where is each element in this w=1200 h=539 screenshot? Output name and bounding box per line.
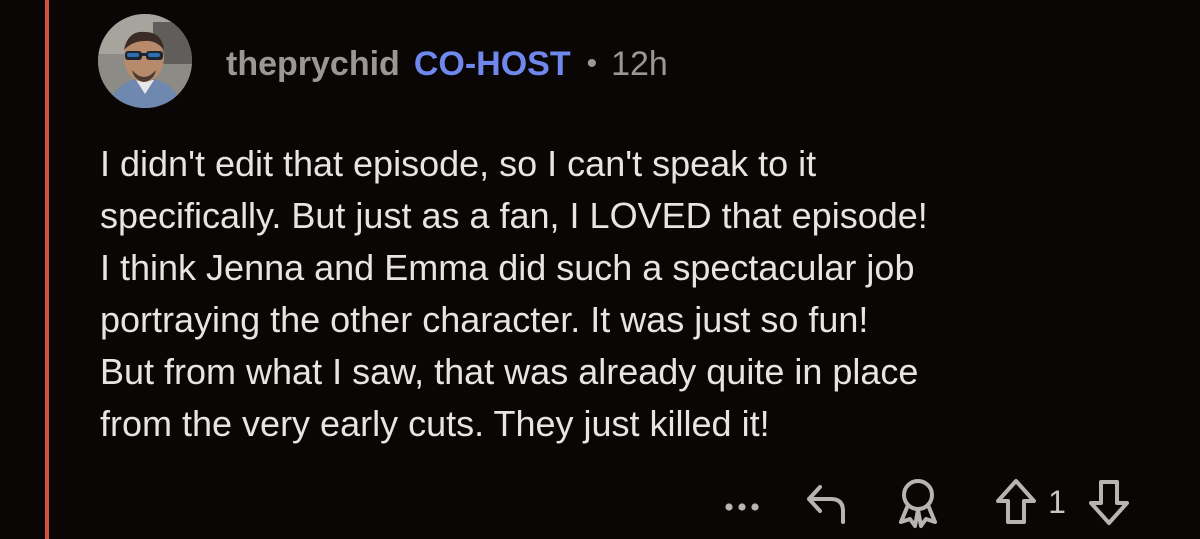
comment-actions-bar: 1 <box>700 476 1170 532</box>
user-flair-badge: CO-HOST <box>413 44 571 83</box>
avatar-image <box>98 14 192 108</box>
reply-arrow-icon[interactable] <box>804 478 852 528</box>
comment-text-line: specifically. But just as a fan, I LOVED… <box>100 195 928 236</box>
comment-text-line: from the very early cuts. They just kill… <box>100 403 770 444</box>
comment-body: I didn't edit that episode, so I can't s… <box>100 138 1180 450</box>
award-icon[interactable] <box>894 476 942 530</box>
comment-text-line: portraying the other character. It was j… <box>100 299 869 340</box>
downvote-arrow-icon[interactable] <box>1085 476 1133 528</box>
comment-header: theprychid CO-HOST • 12h <box>226 42 668 86</box>
comment-text-line: But from what I saw, that was already qu… <box>100 351 919 392</box>
avatar[interactable] <box>98 14 192 108</box>
username-link[interactable]: theprychid <box>226 45 400 84</box>
upvote-arrow-icon[interactable] <box>992 476 1040 528</box>
comment-timestamp: 12h <box>611 44 668 83</box>
vote-count: 1 <box>1048 484 1066 520</box>
more-options-icon[interactable] <box>718 492 766 516</box>
separator-dot: • <box>586 47 598 80</box>
comment-text-line: I think Jenna and Emma did such a specta… <box>100 247 915 288</box>
thread-line[interactable] <box>45 0 49 539</box>
comment-text-line: I didn't edit that episode, so I can't s… <box>100 143 817 184</box>
